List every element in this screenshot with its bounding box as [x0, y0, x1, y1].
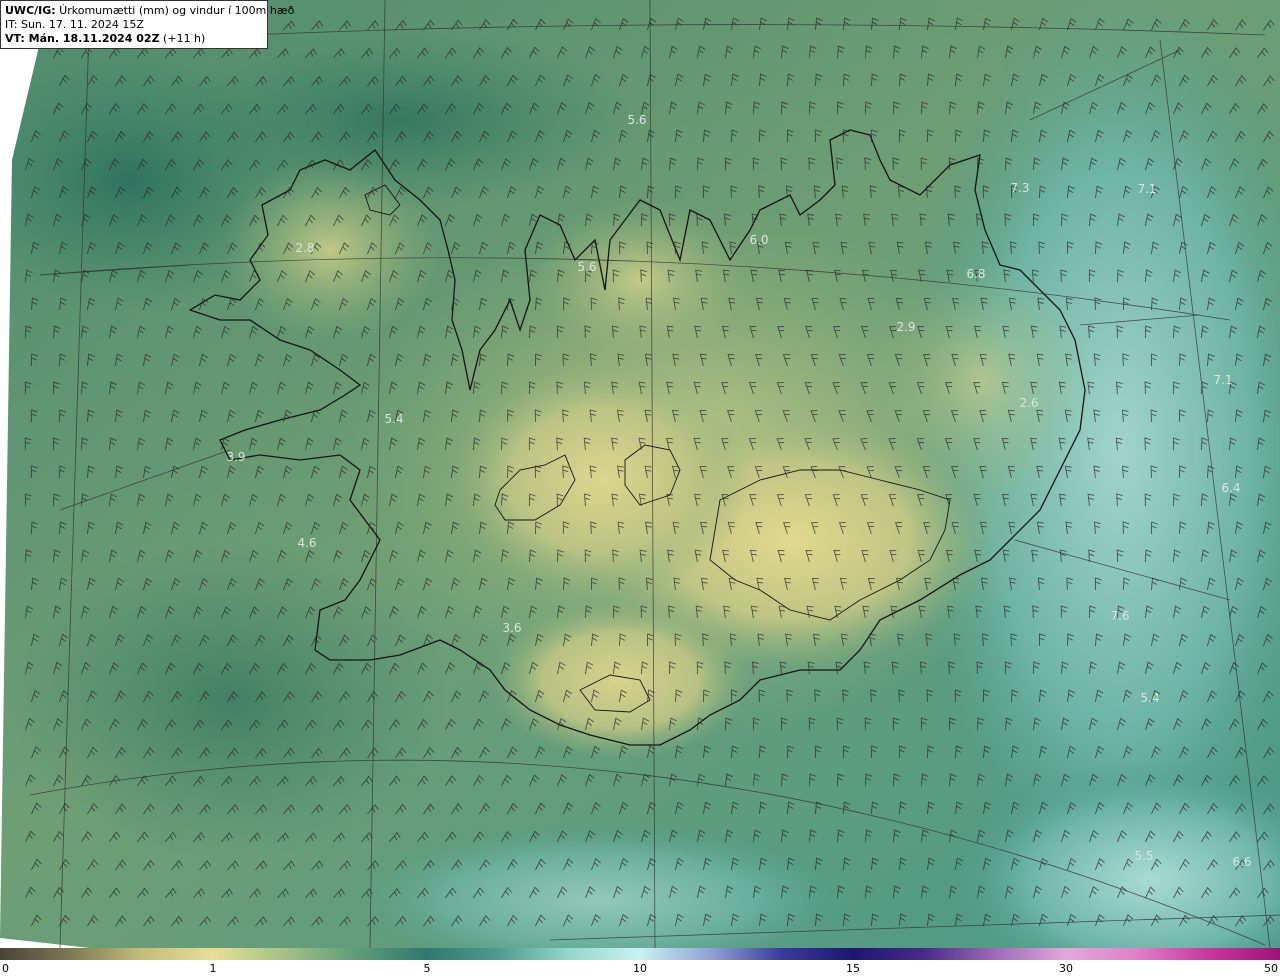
field-label: 2.6: [1019, 396, 1039, 410]
product-title: UWC/IG: Úrkomumætti (mm) og vindur í 100…: [5, 4, 294, 18]
field-label: 2.9: [896, 320, 916, 334]
field-label: 6.0: [749, 233, 769, 247]
field-label: 2.8: [295, 241, 315, 255]
field-label: 7.1: [1137, 182, 1157, 196]
colorbar-tick: 15: [846, 962, 860, 975]
map-panel: 5.6 7.3 7.1 6.0 5.6 2.8 6.8 2.9 7.1 2.6 …: [0, 0, 1280, 948]
product-code: UWC/IG:: [5, 4, 56, 17]
field-label: 6.6: [1232, 855, 1252, 869]
field-label: 7.1: [1213, 373, 1233, 387]
lead-time: (+11 h): [159, 32, 206, 45]
precipitation-field: [0, 0, 1280, 948]
colorbar-tick: 30: [1059, 962, 1073, 975]
precipitation-wind-map: [0, 0, 1280, 948]
colorbar-tick: 5: [423, 962, 431, 975]
colorbar-tick: 1: [209, 962, 217, 975]
field-label: 5.5: [1134, 849, 1154, 863]
field-label: 7.3: [1010, 181, 1030, 195]
valid-time-value: VT: Mán. 18.11.2024 02Z: [5, 32, 160, 45]
colorbar-tick: 0: [2, 962, 9, 975]
colorbar-tick: 10: [633, 962, 647, 975]
field-label: 6.4: [1221, 481, 1241, 495]
field-label: 6.8: [966, 267, 986, 281]
map-title-box: UWC/IG: Úrkomumætti (mm) og vindur í 100…: [0, 0, 294, 49]
valid-time: VT: Mán. 18.11.2024 02Z (+11 h): [5, 32, 263, 46]
field-label: 4.6: [297, 536, 317, 550]
field-label: 7.6: [1110, 609, 1130, 623]
colorbar: [0, 948, 1280, 960]
field-label: 5.6: [627, 113, 647, 127]
product-description: Úrkomumætti (mm) og vindur í 100m hæð: [55, 4, 295, 17]
field-label: 5.4: [1140, 691, 1160, 705]
colorbar-tick: 50: [1264, 962, 1278, 975]
field-label: 3.6: [502, 621, 522, 635]
issue-time: IT: Sun. 17. 11. 2024 15Z: [5, 18, 144, 31]
field-label: 5.6: [577, 260, 597, 274]
field-label: 3.9: [226, 450, 246, 464]
field-label: 5.4: [384, 412, 404, 426]
